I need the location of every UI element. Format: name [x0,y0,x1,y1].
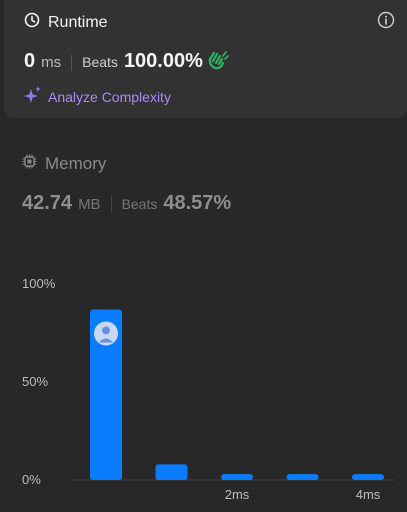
runtime-unit: ms [41,54,62,71]
memory-title: Memory [45,154,107,173]
memory-metrics: 42.74 MB Beats 48.57% [22,192,231,215]
y-tick-label: 50% [22,374,48,389]
runtime-card: Runtime 0 ms Beats 100.00% Analyze Compl… [4,0,407,118]
user-avatar-icon [94,321,118,346]
runtime-beats-label: Beats [82,54,118,70]
y-tick-label: 0% [22,472,41,487]
memory-header: Memory [22,154,106,174]
x-tick-label: 2ms [225,487,250,502]
memory-beats-value: 48.57% [163,192,232,214]
analyze-complexity-button[interactable]: Analyze Complexity [24,86,171,107]
chart-bar[interactable] [155,464,188,480]
chart-bar[interactable] [221,474,253,480]
chip-icon [22,154,37,174]
divider [71,54,73,71]
runtime-distribution-chart: 100% 50% 0% 2ms 4ms [22,276,395,502]
info-icon[interactable] [377,11,395,34]
runtime-value: 0 [24,50,36,72]
memory-beats-label: Beats [121,196,158,212]
analyze-label: Analyze Complexity [48,88,171,105]
memory-unit: MB [78,196,101,213]
divider [110,195,112,212]
memory-value: 42.74 [22,192,73,214]
runtime-title: Runtime [48,13,108,31]
runtime-beats-value: 100.00% [123,50,203,72]
runtime-metrics: 0 ms Beats 100.00% [24,50,229,75]
clapping-hands-icon [207,50,229,75]
chart-bar[interactable] [352,474,384,480]
sparkle-icon [24,86,42,107]
runtime-header: Runtime [24,12,108,33]
x-tick-label: 4ms [356,487,381,502]
chart-bar[interactable] [286,474,319,480]
y-tick-label: 100% [22,276,56,291]
clock-icon [24,12,40,33]
